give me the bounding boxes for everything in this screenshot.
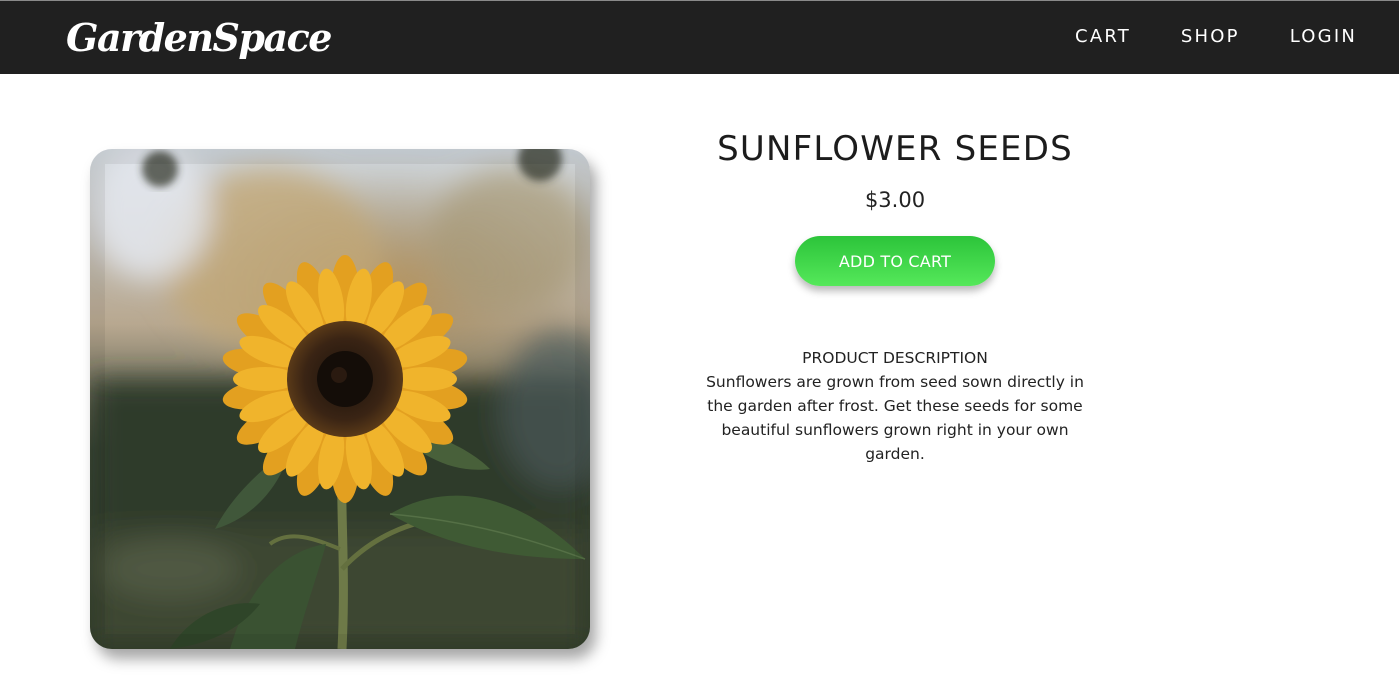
description-body: Sunflowers are grown from seed sown dire…	[706, 373, 1084, 463]
top-navigation-bar: GardenSpace CART SHOP LOGIN	[0, 0, 1399, 74]
product-image	[90, 149, 590, 649]
description-heading: PRODUCT DESCRIPTION	[802, 349, 988, 367]
product-price: $3.00	[864, 188, 926, 212]
product-info: SUNFLOWER SEEDS $3.00 ADD TO CART PRODUC…	[695, 120, 1095, 466]
product-title: SUNFLOWER SEEDS	[717, 129, 1073, 169]
nav-login-link[interactable]: LOGIN	[1290, 23, 1357, 51]
site-logo[interactable]: GardenSpace	[66, 13, 332, 63]
sunflower-photo	[90, 149, 590, 649]
nav-shop-link[interactable]: SHOP	[1181, 23, 1240, 51]
add-to-cart-button[interactable]: ADD TO CART	[795, 236, 995, 286]
nav-cart-link[interactable]: CART	[1075, 23, 1131, 51]
main-nav: CART SHOP LOGIN	[1075, 23, 1357, 51]
